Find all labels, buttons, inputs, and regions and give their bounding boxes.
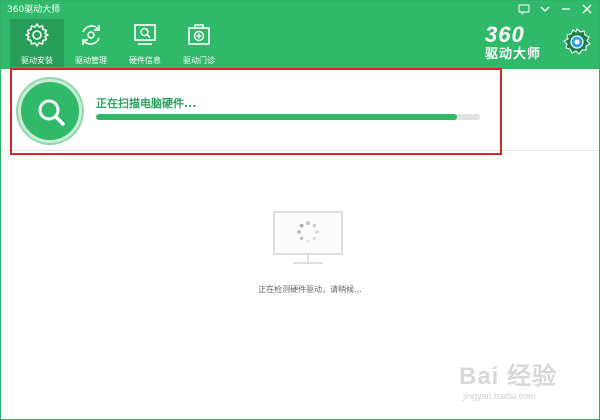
watermark-site: jingyan.baidu.com — [463, 391, 536, 401]
minimize-icon[interactable] — [560, 3, 572, 15]
window-controls — [518, 3, 593, 15]
tab-label: 硬件信息 — [129, 56, 161, 65]
brand-text: 驱动大师 — [485, 46, 542, 61]
menu-icon[interactable] — [518, 3, 530, 15]
monitor-search-icon — [134, 24, 156, 45]
window-title: 360驱动大师 — [7, 5, 61, 15]
tab-driver-install[interactable]: 驱动安装 — [10, 19, 64, 67]
brand-number: 360 — [485, 22, 525, 47]
header-bar: 360驱动大师 驱动安装 驱动管理 硬件信息 驱动门诊 360 驱动大师 — [1, 1, 599, 69]
watermark-brand: Bai 经验 — [459, 363, 558, 390]
dropdown-icon[interactable] — [539, 3, 551, 15]
close-icon[interactable] — [581, 3, 593, 15]
app-window: 360驱动大师 驱动安装 驱动管理 硬件信息 驱动门诊 360 驱动大师 正在扫… — [0, 0, 600, 420]
brand-gear-icon — [563, 28, 591, 55]
brand-logo: 360 驱动大师 — [485, 24, 563, 62]
tab-hardware-info[interactable]: 硬件信息 — [118, 19, 172, 67]
watermark: Bai 经验 jingyan.baidu.com — [459, 363, 589, 415]
tab-label: 驱动安装 — [21, 56, 53, 65]
tab-driver-manage[interactable]: 驱动管理 — [64, 19, 118, 67]
monitor-loading-icon — [273, 211, 343, 264]
gear-icon — [25, 23, 49, 47]
refresh-icon — [82, 25, 100, 45]
detect-status-text: 正在检测硬件驱动，请稍候... — [258, 285, 362, 294]
tab-label: 驱动管理 — [75, 56, 107, 65]
highlight-box — [10, 68, 502, 155]
tab-label: 驱动门诊 — [183, 56, 215, 65]
medical-kit-icon — [188, 24, 210, 45]
tab-driver-clinic[interactable]: 驱动门诊 — [172, 19, 226, 67]
main-nav: 驱动安装 驱动管理 硬件信息 驱动门诊 — [10, 19, 226, 67]
